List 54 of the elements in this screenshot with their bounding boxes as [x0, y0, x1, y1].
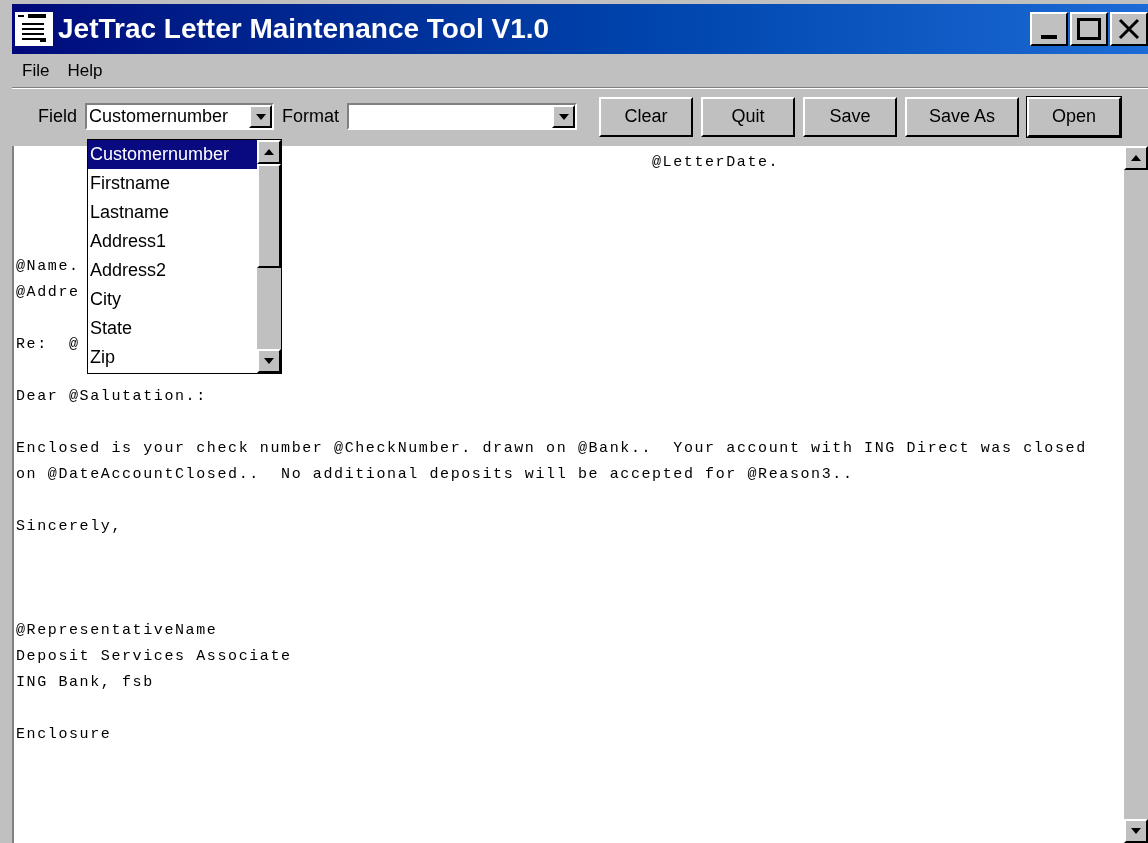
scroll-up-button[interactable] [1124, 146, 1148, 170]
toolbar-button[interactable]: Save As [905, 96, 1020, 137]
letter-line: @Name. [16, 258, 80, 275]
vertical-scrollbar[interactable] [1124, 146, 1148, 843]
menu-item[interactable]: Help [67, 57, 103, 84]
minimize-icon [1041, 35, 1057, 39]
list-option[interactable]: City [88, 285, 257, 314]
field-combo-box[interactable]: Customernumber [85, 103, 274, 130]
field-label: Field [38, 105, 77, 128]
letter-line: Enclosed is your check number @CheckNumber. drawn on @Bank.. Your account with ING Direct was closed [16, 440, 1087, 457]
list-option[interactable]: Zip [88, 343, 257, 372]
scroll-down-button[interactable] [257, 349, 281, 373]
list-option[interactable]: Lastname [88, 198, 257, 227]
toolbar-button[interactable]: Save [803, 96, 898, 137]
letter-line: Sincerely, [16, 518, 122, 535]
scroll-thumb[interactable] [257, 164, 281, 268]
up-arrow-icon [1131, 155, 1141, 161]
letter-line: @Addre [16, 284, 80, 301]
maximize-button[interactable] [1070, 12, 1108, 46]
letter-line: Deposit Services Associate [16, 648, 292, 665]
dropdown-arrow-button[interactable] [249, 105, 272, 128]
maximize-icon [1077, 18, 1101, 40]
toolbar-button[interactable]: Clear [599, 96, 694, 137]
caret-icon [255, 113, 266, 120]
dropdown-arrow-button[interactable] [552, 105, 576, 128]
toolbar-button[interactable]: Open [1027, 96, 1122, 137]
list-option[interactable]: State [88, 314, 257, 343]
format-label: Format [282, 105, 340, 128]
close-icon [1118, 18, 1140, 40]
letter-line: @LetterDate. [652, 154, 780, 171]
list-scrollbar[interactable] [257, 140, 281, 373]
letter-line: on @DateAccountClosed.. No additional deposits will be accepted for @Reason3.. [16, 466, 854, 483]
window-title: JetTrac Letter Maintenance Tool V1.0 [58, 12, 550, 46]
list-option[interactable]: Address1 [88, 227, 257, 256]
letter-line: ING Bank, fsb [16, 674, 154, 691]
document-icon [14, 11, 54, 47]
caret-icon [558, 113, 569, 120]
menu-item[interactable]: File [22, 57, 50, 84]
letter-line: @RepresentativeName [16, 622, 218, 639]
up-arrow-icon [264, 149, 274, 155]
down-arrow-icon [1131, 828, 1141, 834]
format-combo-box[interactable] [347, 103, 578, 130]
letter-line: Dear @Salutation.: [16, 388, 207, 405]
down-arrow-icon [264, 358, 274, 364]
list-option[interactable]: Customernumber [88, 140, 257, 169]
list-option[interactable]: Firstname [88, 169, 257, 198]
scroll-up-button[interactable] [257, 140, 281, 164]
toolbar-button[interactable]: Quit [701, 96, 796, 137]
close-button[interactable] [1110, 12, 1148, 46]
letter-line: Enclosure [16, 726, 112, 743]
list-option[interactable]: Address2 [88, 256, 257, 285]
minimize-button[interactable] [1030, 12, 1068, 46]
scroll-down-button[interactable] [1124, 819, 1148, 843]
letter-line: Re: @ [16, 336, 80, 353]
